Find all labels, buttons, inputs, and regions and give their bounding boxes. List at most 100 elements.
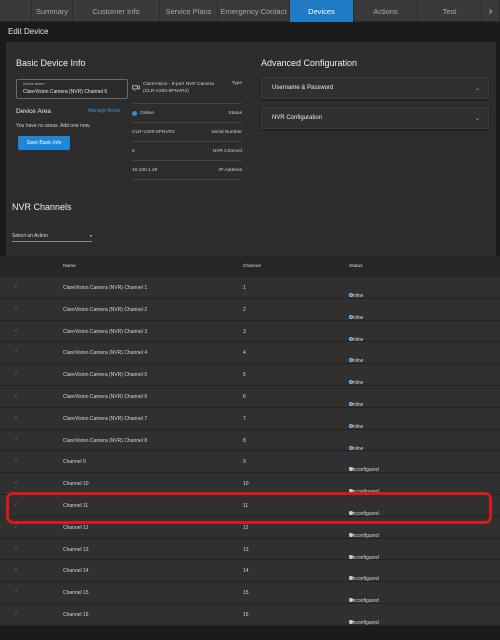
status-online-icon — [132, 110, 137, 116]
channel-name: Channel 12 — [63, 524, 89, 531]
ip-label: IP Address — [218, 167, 242, 173]
row-checkbox[interactable]: ✓ — [14, 393, 20, 399]
device-name-label: Device Name * — [23, 82, 47, 86]
table-row[interactable]: ✓ Channel 16 16 Unconfigured — [0, 603, 500, 626]
select-action-dropdown[interactable]: Select an Action ▾ — [12, 230, 92, 242]
table-row[interactable]: ✓ ClareVision Camera (NVR) Channel 7 7 Onli… — [0, 407, 500, 430]
nvr-channel-value: 6 — [132, 148, 135, 154]
table-row[interactable]: ✓ Channel 9 9 Unconfigured — [0, 451, 500, 473]
serial-label: Serial Number — [211, 129, 242, 135]
status-label: Status — [228, 110, 242, 116]
row-checkbox[interactable]: ✓ — [14, 524, 20, 530]
table-row[interactable]: ✓ ClareVision Camera (NVR) Channel 3 3 Onli… — [0, 320, 500, 343]
row-checkbox[interactable]: ✓ — [14, 415, 20, 421]
basic-info-heading: Basic Device Info — [16, 58, 86, 68]
top-nav: Summary Customer Info Service Plans Emer… — [0, 0, 500, 22]
type-label: Type — [231, 81, 242, 86]
row-checkbox[interactable]: ✓ — [14, 502, 20, 508]
column-header-name[interactable]: Name — [63, 264, 76, 269]
manage-areas-link[interactable]: Manage Areas — [88, 108, 120, 114]
tab-summary[interactable]: Summary — [32, 0, 73, 22]
channel-status-text: Unconfigured — [349, 619, 379, 626]
camera-icon — [132, 85, 140, 91]
no-areas-text: You have no areas. Add one now. — [16, 123, 91, 129]
accordion-nvr-configuration[interactable]: NVR Configuration ⌄ — [261, 107, 489, 129]
accordion-nvr-configuration-label: NVR Configuration — [272, 115, 323, 121]
accordion-username-password[interactable]: Username & Password ⌄ — [261, 77, 489, 99]
nvr-channel-label: NVR Channel — [212, 148, 242, 154]
tab-devices[interactable]: Devices — [290, 0, 354, 22]
table-row[interactable]: ✓ ClareVision Camera (NVR) Channel 5 5 Onli… — [0, 364, 500, 386]
table-row[interactable]: ✓ ClareVision Camera (NVR) Channel 8 8 Onli… — [0, 429, 500, 452]
channel-name: Channel 15 — [63, 590, 89, 597]
info-row-ip: 10.100.1.29 IP Address — [132, 161, 242, 180]
type-value-line2: (CLR-V200-8PNVR2) — [143, 89, 189, 94]
row-checkbox[interactable]: ✓ — [14, 546, 20, 552]
channel-number: 7 — [243, 415, 246, 422]
row-checkbox[interactable]: ✓ — [14, 306, 20, 312]
row-checkbox[interactable]: ✓ — [14, 349, 20, 355]
device-name-field[interactable]: Device Name * ClareVision Camera (NVR) C… — [16, 79, 128, 99]
channel-name: ClareVision Camera (NVR) Channel 3 — [63, 328, 148, 335]
channel-number: 5 — [243, 372, 246, 379]
column-header-status[interactable]: Status — [349, 264, 363, 269]
table-row[interactable]: ✓ Channel 15 15 Unconfigured — [0, 582, 500, 604]
nav-next-icon[interactable]: › — [482, 0, 500, 22]
channel-name: ClareVision Camera (NVR) Channel 1 — [63, 285, 148, 291]
table-row[interactable]: ✓ ClareVision Camera (NVR) Channel 1 1 Onli… — [0, 277, 500, 299]
table-body: ✓ ClareVision Camera (NVR) Channel 1 1 Onli… — [0, 277, 500, 626]
channel-name: ClareVision Camera (NVR) Channel 4 — [63, 350, 148, 357]
device-name-value[interactable]: ClareVision Camera (NVR) Channel 6 — [23, 89, 107, 95]
table-row[interactable]: ✓ Channel 10 10 Unconfigured — [0, 473, 500, 495]
tab-service-plans[interactable]: Service Plans — [160, 0, 218, 22]
info-row-serial: CLR-V200-8PNVR2 Serial Number — [132, 123, 242, 142]
channel-number: 14 — [243, 568, 249, 575]
nav-left-spacer — [0, 0, 32, 22]
type-value-line1: ClareVision - 8-port NVR Camera — [143, 82, 215, 87]
row-checkbox[interactable]: ✓ — [14, 589, 20, 595]
table-row[interactable]: ✓ Channel 12 12 Unconfigured — [0, 516, 500, 539]
column-header-channel[interactable]: Channel — [243, 264, 261, 269]
row-checkbox[interactable]: ✓ — [14, 480, 20, 486]
save-basic-info-button[interactable]: Save Basic Info — [18, 136, 70, 150]
chevron-down-icon: ⌄ — [474, 115, 480, 122]
device-panel: Basic Device Info Device Name * ClareVis… — [6, 42, 496, 277]
channel-name: Channel 9 — [63, 459, 86, 466]
tab-customer-info[interactable]: Customer Info — [73, 0, 160, 22]
chevron-down-icon: ⌄ — [474, 85, 480, 92]
tab-test[interactable]: Test — [418, 0, 482, 22]
caret-down-icon: ▾ — [89, 233, 92, 238]
row-checkbox[interactable]: ✓ — [14, 611, 20, 617]
channel-number: 8 — [243, 437, 246, 444]
channel-name: Channel 16 — [63, 611, 89, 618]
table-row[interactable]: ✓ ClareVision Camera (NVR) Channel 2 2 Onli… — [0, 298, 500, 321]
row-checkbox[interactable]: ✓ — [14, 567, 20, 573]
tab-actions[interactable]: Actions — [354, 0, 418, 22]
row-checkbox[interactable]: ✓ — [14, 458, 20, 464]
channel-number: 15 — [243, 590, 249, 597]
device-info-table: ClareVision - 8-port NVR Camera (CLR-V20… — [132, 78, 242, 180]
table-row[interactable]: ✓ Channel 11 11 Unconfigured — [0, 494, 500, 517]
tab-emergency-contact[interactable]: Emergency Contact — [218, 0, 290, 22]
page-title: Edit Device — [8, 27, 49, 36]
table-row[interactable]: ✓ Channel 13 13 Unconfigured — [0, 538, 500, 561]
channel-name: Channel 10 — [63, 481, 89, 488]
table-row[interactable]: ✓ ClareVision Camera (NVR) Channel 6 6 Onli… — [0, 385, 500, 408]
table-row[interactable]: ✓ Channel 14 14 Unconfigured — [0, 560, 500, 582]
row-checkbox[interactable]: ✓ — [14, 284, 20, 290]
table-header: Name Channel Status — [0, 256, 500, 277]
nvr-channels-heading: NVR Channels — [12, 202, 72, 212]
channel-name: Channel 13 — [63, 546, 89, 553]
advanced-config-heading: Advanced Configuration — [261, 58, 358, 68]
nvr-channels-table: Name Channel Status ✓ ClareVision Camera … — [0, 256, 500, 626]
channel-number: 13 — [243, 546, 249, 553]
channel-number: 16 — [243, 611, 249, 618]
row-checkbox[interactable]: ✓ — [14, 328, 20, 334]
row-checkbox[interactable]: ✓ — [14, 437, 20, 443]
channel-number: 4 — [243, 350, 246, 357]
channel-number: 3 — [243, 328, 246, 335]
row-checkbox[interactable]: ✓ — [14, 371, 20, 377]
table-row[interactable]: ✓ ClareVision Camera (NVR) Channel 4 4 Onli… — [0, 342, 500, 364]
channel-name: Channel 14 — [63, 568, 89, 575]
channel-number: 2 — [243, 306, 246, 313]
